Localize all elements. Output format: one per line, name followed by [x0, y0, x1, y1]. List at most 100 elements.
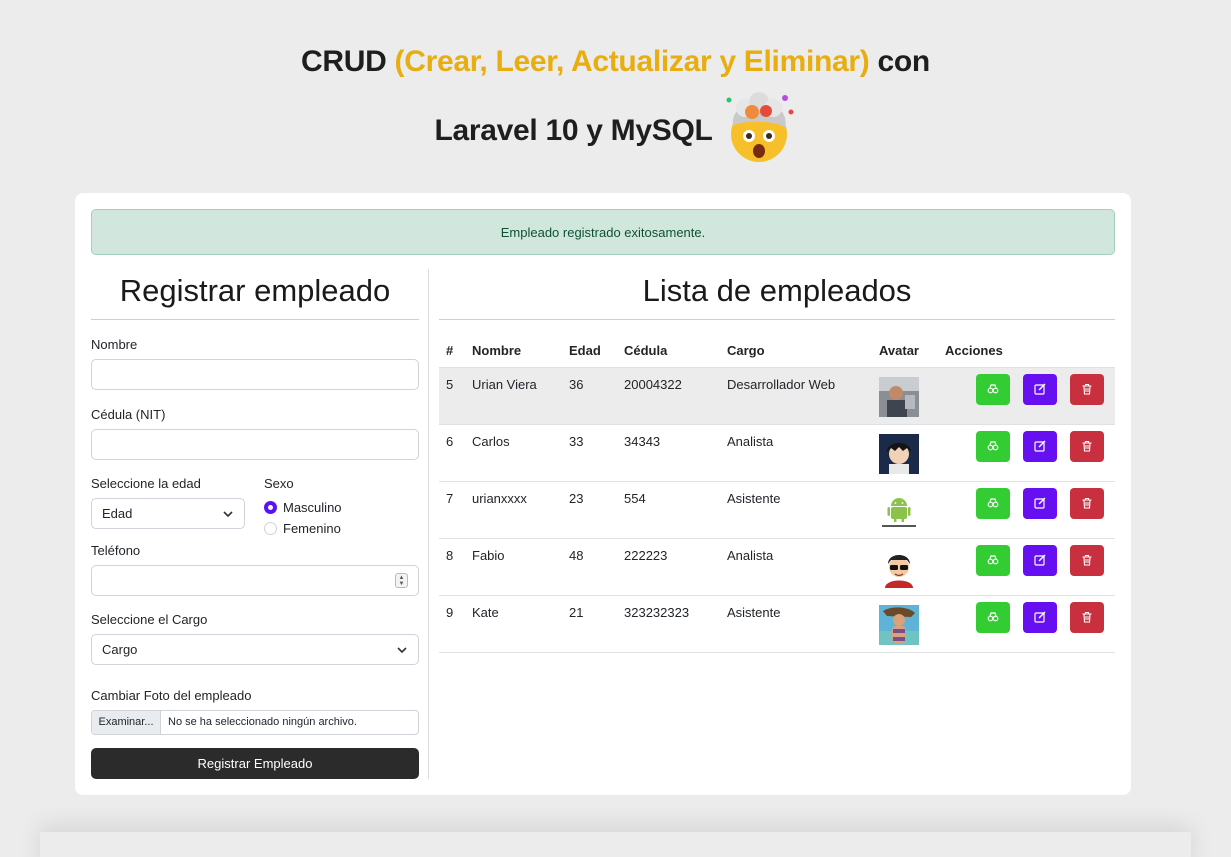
number-spinner[interactable]: ▲ ▼ — [395, 573, 408, 588]
view-button[interactable] — [976, 430, 1010, 462]
nombre-label: Nombre — [91, 337, 138, 352]
radio-femenino-indicator[interactable] — [264, 522, 277, 535]
edit-icon — [1034, 611, 1046, 623]
cell-actions — [938, 537, 1115, 595]
foto-file-input[interactable]: Examinar... No se ha seleccionado ningún… — [91, 710, 419, 735]
edit-icon — [1034, 383, 1046, 395]
chevron-down-icon — [397, 647, 407, 654]
view-icon — [987, 555, 999, 565]
radio-femenino-label: Femenino — [283, 521, 341, 536]
col-nombre: Nombre — [472, 343, 522, 359]
cell-id: 9 — [439, 594, 465, 653]
radio-masculino-indicator[interactable] — [264, 501, 277, 514]
cell-cargo: Asistente — [720, 480, 872, 538]
view-icon — [987, 441, 999, 451]
view-icon — [987, 384, 999, 394]
view-icon — [987, 498, 999, 508]
edit-button[interactable] — [1023, 373, 1057, 405]
cell-cedula: 222223 — [617, 537, 720, 595]
cell-cargo: Desarrollador Web — [720, 366, 872, 424]
delete-button[interactable] — [1070, 487, 1104, 519]
edit-button[interactable] — [1023, 487, 1057, 519]
cell-avatar — [872, 366, 938, 424]
col-cedula: Cédula — [624, 343, 668, 359]
cell-id: 7 — [439, 480, 465, 538]
avatar-photo-man — [879, 376, 919, 417]
radio-masculino[interactable]: Masculino — [264, 500, 342, 515]
title-text-crud: CRUD — [301, 45, 395, 78]
sexo-label: Sexo — [264, 476, 294, 491]
register-form: Registrar empleado Nombre Cédula (NIT) S… — [91, 269, 419, 779]
cell-cargo: Analista — [720, 537, 872, 595]
edit-button[interactable] — [1023, 430, 1057, 462]
table-row: 9 Kate 21 323232323 Asistente — [439, 594, 1115, 653]
cell-nombre: Urian Viera — [465, 366, 562, 424]
table-row: 8 Fabio 48 222223 Analista — [439, 537, 1115, 595]
radio-femenino[interactable]: Femenino — [264, 521, 341, 536]
delete-button[interactable] — [1070, 373, 1104, 405]
cell-actions — [938, 366, 1115, 424]
title-text-laravel: Laravel 10 y MySQL — [434, 114, 713, 147]
edit-button[interactable] — [1023, 601, 1057, 633]
nombre-input[interactable] — [91, 359, 419, 390]
cell-id: 5 — [439, 366, 465, 424]
col-cargo: Cargo — [727, 343, 765, 359]
cell-cedula: 20004322 — [617, 366, 720, 424]
cell-actions — [938, 423, 1115, 481]
main-card: Empleado registrado exitosamente. Regist… — [75, 193, 1131, 795]
cell-actions — [938, 594, 1115, 653]
delete-icon — [1082, 611, 1092, 623]
cell-actions — [938, 480, 1115, 538]
view-icon — [987, 612, 999, 622]
cargo-select[interactable]: Cargo — [91, 634, 419, 665]
view-button[interactable] — [976, 601, 1010, 633]
cell-edad: 36 — [562, 366, 617, 424]
avatar-android-logo — [879, 490, 919, 531]
view-button[interactable] — [976, 373, 1010, 405]
browse-button[interactable]: Examinar... — [92, 711, 161, 734]
edad-label: Seleccione la edad — [91, 476, 201, 491]
delete-button[interactable] — [1070, 430, 1104, 462]
table-row: 5 Urian Viera 36 20004322 Desarrollador … — [439, 366, 1115, 424]
title-highlight: (Crear, Leer, Actualizar y Eliminar) — [394, 45, 870, 78]
edad-select-value: Edad — [102, 506, 133, 521]
col-edad: Edad — [569, 343, 601, 359]
list-title: Lista de empleados — [439, 269, 1115, 320]
cell-edad: 48 — [562, 537, 617, 595]
cedula-input[interactable] — [91, 429, 419, 460]
view-button[interactable] — [976, 487, 1010, 519]
cell-cedula: 323232323 — [617, 594, 720, 653]
employees-table: # Nombre Edad Cédula Cargo Avatar Accion… — [439, 335, 1115, 653]
cell-avatar — [872, 480, 938, 538]
cell-id: 8 — [439, 537, 465, 595]
table-header-row: # Nombre Edad Cédula Cargo Avatar Accion… — [439, 335, 1115, 367]
delete-button[interactable] — [1070, 601, 1104, 633]
page-title: CRUD (Crear, Leer, Actualizar y Eliminar… — [0, 34, 1231, 164]
register-button[interactable]: Registrar Empleado — [91, 748, 419, 779]
cedula-label: Cédula (NIT) — [91, 407, 166, 422]
avatar-photo-beach — [879, 604, 919, 645]
delete-button[interactable] — [1070, 544, 1104, 576]
cell-cedula: 34343 — [617, 423, 720, 481]
edit-icon — [1034, 440, 1046, 452]
exploding-head-emoji-icon — [726, 92, 794, 162]
title-line-2: Laravel 10 y MySQL — [0, 90, 1231, 164]
cell-avatar — [872, 594, 938, 653]
view-button[interactable] — [976, 544, 1010, 576]
file-name: No se ha seleccionado ningún archivo. — [168, 716, 357, 728]
edit-icon — [1034, 497, 1046, 509]
cell-edad: 23 — [562, 480, 617, 538]
chevron-down-icon — [223, 511, 233, 518]
cell-avatar — [872, 537, 938, 595]
bottom-shadow — [40, 832, 1191, 857]
cell-cedula: 554 — [617, 480, 720, 538]
edit-button[interactable] — [1023, 544, 1057, 576]
employee-list: Lista de empleados # Nombre Edad Cédula … — [439, 269, 1115, 669]
cell-nombre: Fabio — [465, 537, 562, 595]
cargo-label: Seleccione el Cargo — [91, 612, 208, 627]
edad-select[interactable]: Edad — [91, 498, 245, 529]
telefono-input[interactable]: ▲ ▼ — [91, 565, 419, 596]
cell-avatar — [872, 423, 938, 481]
cell-cargo: Analista — [720, 423, 872, 481]
col-avatar: Avatar — [879, 343, 919, 359]
